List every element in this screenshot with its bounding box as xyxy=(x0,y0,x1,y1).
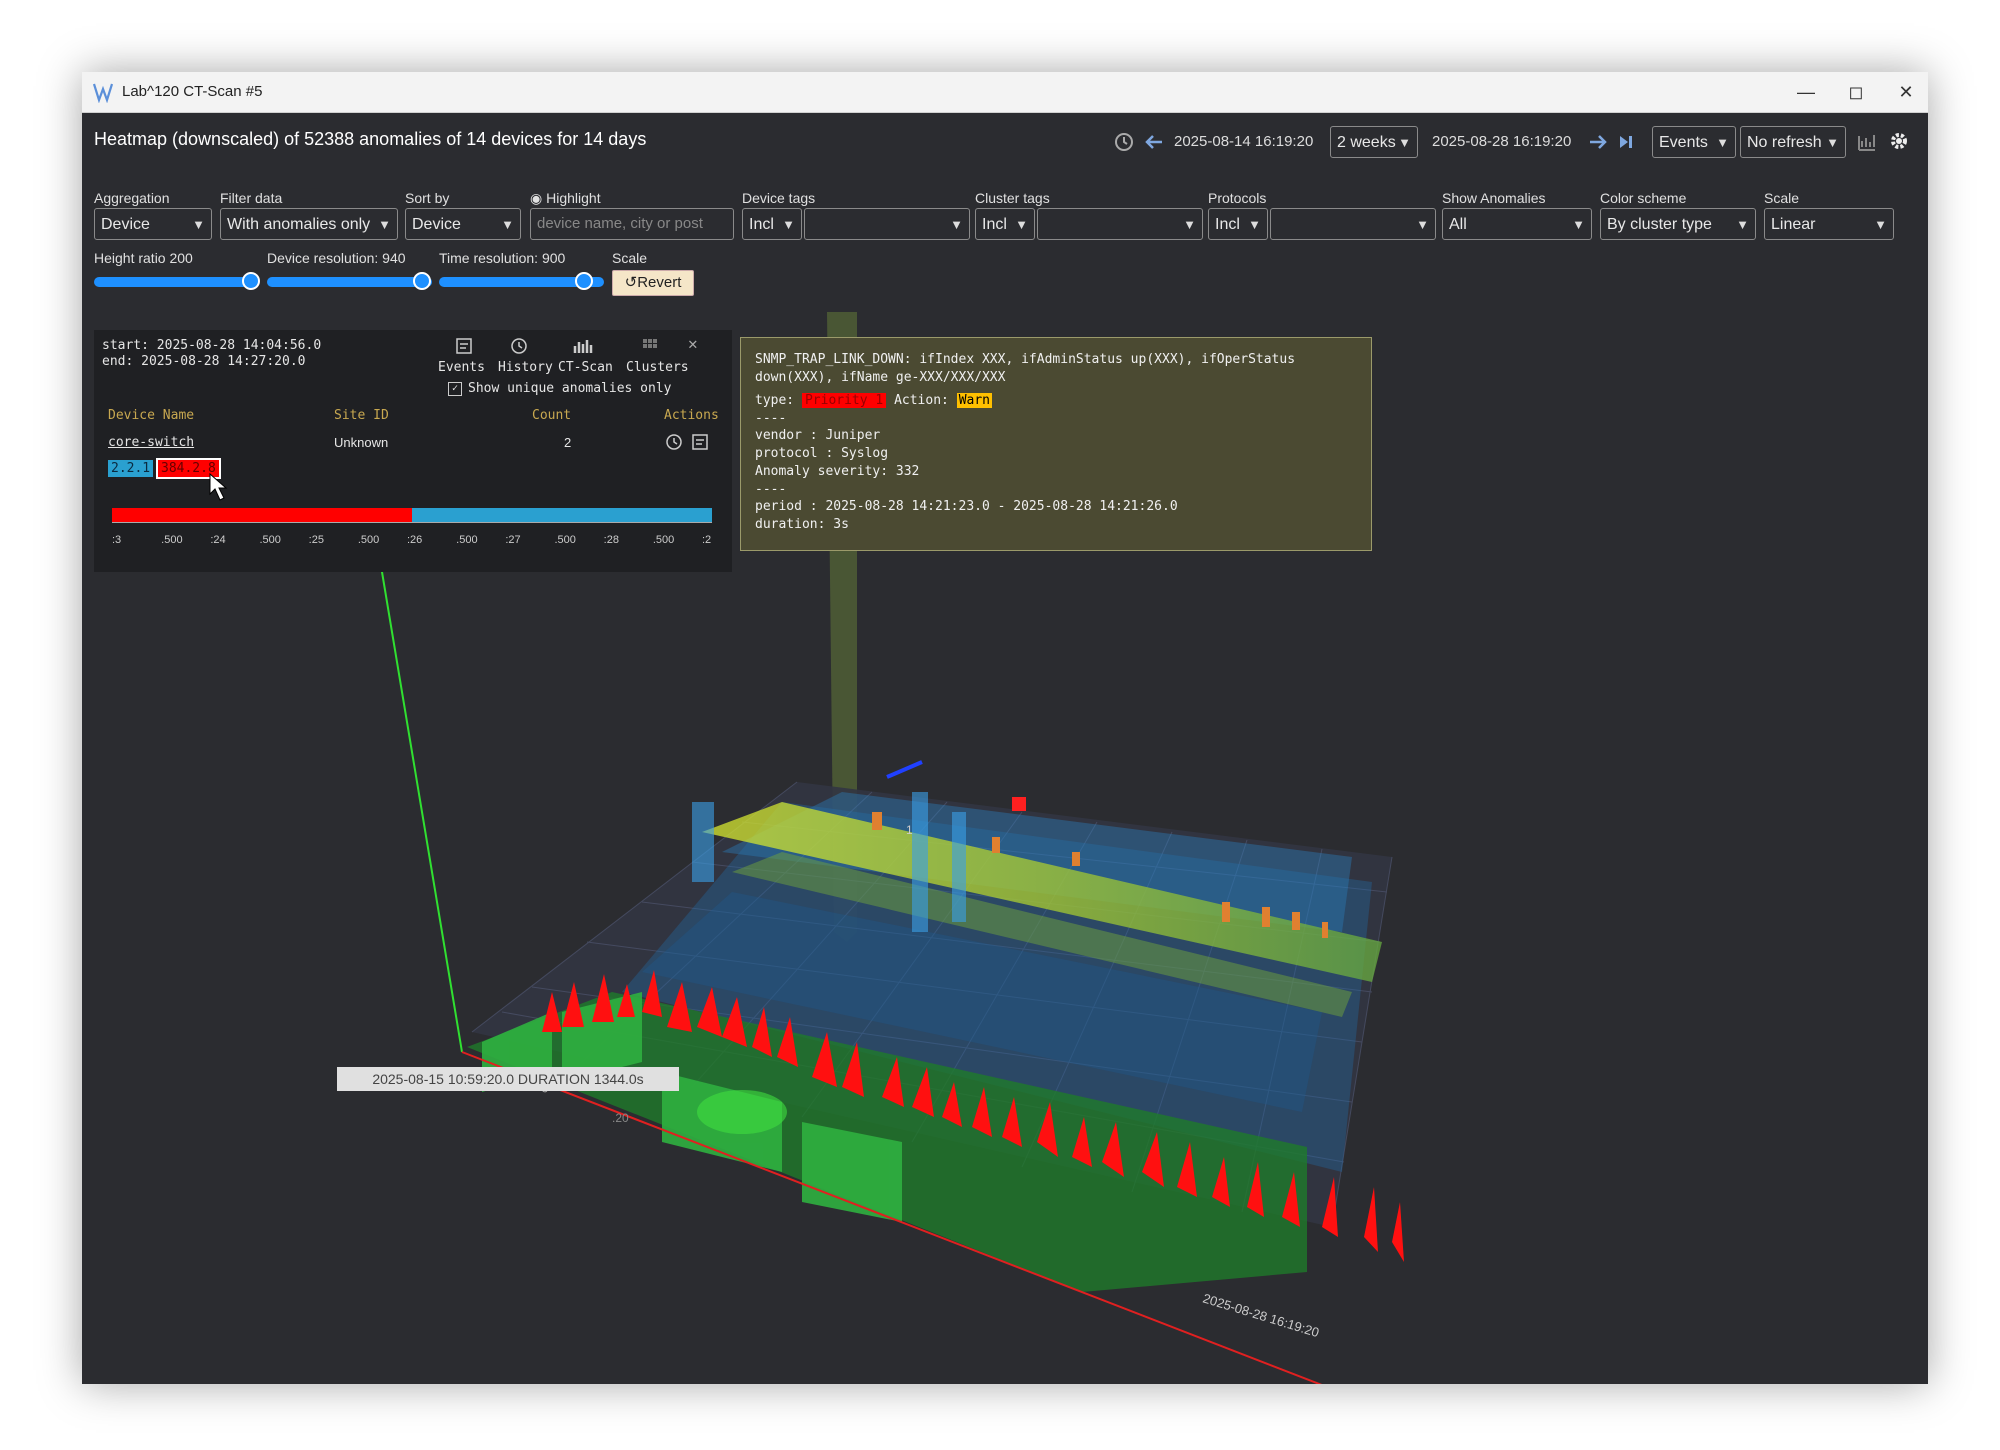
timeline-tick-label: :26 xyxy=(407,534,423,546)
app-logo-icon xyxy=(92,83,114,103)
tooltip-severity: Anomaly severity: 332 xyxy=(755,464,920,479)
red-marker xyxy=(1012,797,1026,811)
row-events-icon[interactable] xyxy=(690,432,710,452)
app-window: Lab^120 CT-Scan #5 — ◻ ✕ Heatmap (downsc… xyxy=(82,72,1928,1384)
minimize-icon[interactable]: — xyxy=(1786,78,1826,106)
panel-end: end: 2025-08-28 14:27:20.0 xyxy=(102,354,306,369)
tooltip-period: period : 2025-08-28 14:21:23.0 - 2025-08… xyxy=(755,499,1178,514)
timeline-tick-label: :28 xyxy=(603,534,619,546)
row-device-link[interactable]: core-switch xyxy=(108,435,194,450)
maximize-icon[interactable]: ◻ xyxy=(1836,78,1876,106)
details-panel: start: 2025-08-28 14:04:56.0 end: 2025-0… xyxy=(94,330,732,572)
window-title: Lab^120 CT-Scan #5 xyxy=(122,83,263,100)
timeline-axis xyxy=(112,522,712,523)
tab-ct-scan[interactable]: CT-Scan xyxy=(558,360,613,375)
panel-start: start: 2025-08-28 14:04:56.0 xyxy=(102,338,322,353)
unique-label: Show unique anomalies only xyxy=(468,381,672,396)
warn-badge: Warn xyxy=(956,393,993,408)
events-icon[interactable] xyxy=(454,336,474,356)
timeline-tick-label: .500 xyxy=(357,534,380,546)
x-axis-end-label: 2025-08-28 16:19:20 xyxy=(1201,1291,1321,1341)
y-axis xyxy=(371,511,463,1053)
timeline-ticks: :3 .500 :24 .500 :25 .500 :26 .500 :27 .500 :28 .50… xyxy=(112,534,712,548)
timeline-tick-label: :2 xyxy=(702,534,712,546)
timeline-tick-label: :27 xyxy=(505,534,521,546)
tag-blue[interactable]: 2.2.1 xyxy=(108,460,154,477)
timeline-tick-label: .500 xyxy=(259,534,281,546)
x-axis-start-label-2: .20 xyxy=(612,1111,629,1125)
tooltip-sep2: ---- xyxy=(755,482,787,497)
cursor-icon xyxy=(209,472,228,501)
ct-scan-icon[interactable] xyxy=(572,336,594,356)
green-blob xyxy=(697,1090,787,1134)
timeline-tick-label: .500 xyxy=(554,534,576,546)
tooltip-line1: SNMP_TRAP_LINK_DOWN: ifIndex XXX, ifAdmi… xyxy=(755,352,1296,367)
tab-clusters[interactable]: Clusters xyxy=(626,360,689,375)
timeline-red-segment xyxy=(112,508,412,522)
clusters-icon[interactable] xyxy=(640,336,660,356)
heatmap-3d-view[interactable]: 2025-08-28 16:19:20 2025 .20 1 xyxy=(82,112,1928,1384)
col-device-name[interactable]: Device Name xyxy=(108,408,194,423)
history-tab-icon[interactable] xyxy=(509,336,529,356)
tooltip-vendor: vendor : Juniper xyxy=(755,428,881,443)
row-count: 2 xyxy=(564,435,572,450)
panel-close-icon[interactable]: ✕ xyxy=(688,334,698,353)
timeline-tick-label: .500 xyxy=(652,534,675,546)
tooltip-sep1: ---- xyxy=(755,411,787,426)
scene-marker-label: 1 xyxy=(906,823,913,837)
anomaly-tooltip: SNMP_TRAP_LINK_DOWN: ifIndex XXX, ifAdmi… xyxy=(740,337,1372,551)
tab-events[interactable]: Events xyxy=(438,360,485,375)
timeline-tick-label: :25 xyxy=(308,534,324,546)
tooltip-protocol: protocol : Syslog xyxy=(755,446,889,461)
title-bar: Lab^120 CT-Scan #5 — ◻ ✕ xyxy=(82,72,1928,113)
unique-checkbox[interactable]: ✓ xyxy=(448,382,462,396)
row-history-icon[interactable] xyxy=(664,432,684,452)
tooltip-line2: down(XXX), ifName ge-XXX/XXX/XXX xyxy=(755,370,1006,385)
col-count[interactable]: Count xyxy=(532,408,571,423)
priority-badge: Priority 1 xyxy=(801,393,887,408)
timeline-tick-label: :24 xyxy=(210,534,226,546)
col-site-id[interactable]: Site ID xyxy=(334,408,389,423)
tab-history[interactable]: History xyxy=(498,360,553,375)
timeline-tick-label: .500 xyxy=(161,534,183,546)
col-actions: Actions xyxy=(664,408,719,423)
close-icon[interactable]: ✕ xyxy=(1886,78,1926,106)
row-site: Unknown xyxy=(334,435,389,450)
timeline-tick-label: .500 xyxy=(456,534,478,546)
tooltip-type-row: type: Priority 1 Action: Warn xyxy=(755,393,993,408)
z-axis-blue xyxy=(886,760,923,779)
timeline-tick-label: :3 xyxy=(112,534,122,546)
timeline-bar[interactable] xyxy=(112,508,712,522)
hover-time-label: 2025-08-15 10:59:20.0 DURATION 1344.0s xyxy=(337,1067,679,1091)
tooltip-duration: duration: 3s xyxy=(755,517,849,532)
